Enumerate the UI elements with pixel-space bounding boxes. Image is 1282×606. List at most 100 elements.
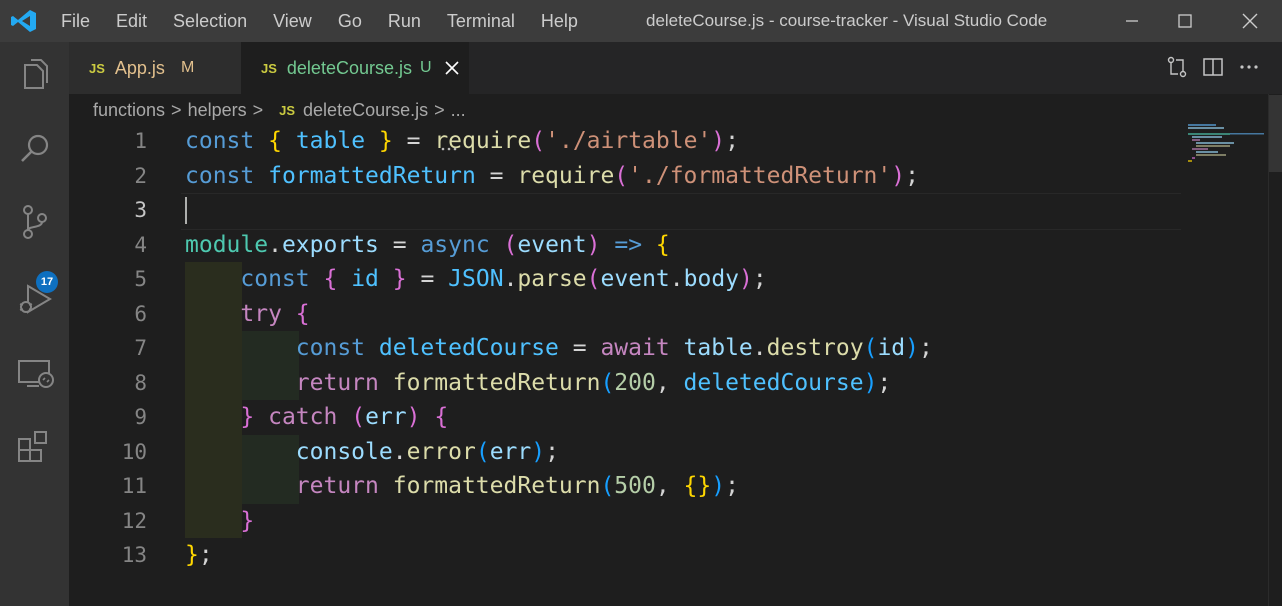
code-token: const	[295, 335, 379, 361]
code-token: )	[531, 438, 546, 465]
breadcrumb: functions > helpers > JS deleteCourse.js…	[93, 97, 466, 123]
chevron-right-icon: >	[434, 99, 445, 120]
code-token: )	[586, 231, 601, 258]
menu-help[interactable]: Help	[528, 11, 591, 32]
minimize-button[interactable]	[1102, 0, 1162, 42]
code-token: )	[863, 369, 878, 396]
breadcrumb-more[interactable]: ...	[451, 100, 466, 121]
menu-selection[interactable]: Selection	[160, 11, 260, 32]
window-title: deleteCourse.js - course-tracker - Visua…	[646, 11, 1048, 30]
code-token: (	[614, 162, 629, 189]
code-line: const { table } = require('./airtable');	[185, 124, 739, 159]
code-token: ;	[545, 438, 559, 465]
code-token: {}	[683, 473, 712, 499]
code-token: .	[503, 266, 518, 292]
code-token: =>	[614, 231, 643, 258]
line-number: 12	[121, 508, 147, 533]
code-token: .	[392, 438, 407, 465]
source-control-button[interactable]	[11, 198, 59, 246]
title-bar: File Edit Selection View Go Run Terminal…	[0, 0, 1282, 42]
line-number: 5	[134, 267, 147, 291]
tab-delete-course-js[interactable]: JS deleteCourse.js U	[241, 42, 469, 94]
code-line: return formattedReturn(200, deletedCours…	[185, 366, 892, 401]
tab-label: App.js	[114, 57, 165, 78]
minimap[interactable]	[1188, 124, 1264, 164]
code-token: const	[240, 266, 324, 292]
code-token: table	[295, 128, 366, 154]
breadcrumb-helpers[interactable]: helpers	[188, 100, 247, 121]
scrollbar-thumb[interactable]	[1269, 95, 1282, 172]
search-icon	[21, 134, 49, 162]
untracked-status: U	[419, 59, 432, 76]
code-token: )	[406, 404, 421, 430]
split-editor-icon[interactable]	[1202, 56, 1224, 78]
menu-terminal[interactable]: Terminal	[434, 11, 528, 32]
code-line: module.exports = async (event) => {	[185, 228, 670, 263]
breadcrumb-functions[interactable]: functions	[93, 100, 165, 121]
js-file-icon: JS	[89, 60, 105, 76]
code-token: =	[558, 335, 601, 361]
code-token: )	[891, 162, 906, 189]
code-token: console	[295, 438, 393, 465]
code-line: try {	[185, 297, 310, 332]
extensions-button[interactable]	[11, 426, 59, 474]
code-token: .	[752, 335, 767, 361]
line-number: 10	[121, 439, 147, 464]
close-tab-icon[interactable]	[442, 58, 462, 78]
suggestion-dots-icon	[441, 147, 457, 151]
run-debug-icon	[19, 284, 52, 314]
code-token: .	[268, 231, 282, 258]
tab-label: deleteCourse.js	[286, 57, 412, 78]
code-token: {	[323, 266, 338, 292]
code-token: formattedReturn	[268, 162, 476, 189]
menu-run[interactable]: Run	[375, 11, 434, 32]
code-token: =	[475, 162, 518, 189]
code-token: }	[392, 266, 407, 292]
vscode-logo-icon	[11, 10, 36, 32]
code-token: ;	[905, 162, 919, 189]
menu-edit[interactable]: Edit	[103, 11, 160, 32]
code-token: table	[683, 335, 753, 361]
breadcrumb-file[interactable]: deleteCourse.js	[303, 100, 428, 121]
code-line: return formattedReturn(500, {});	[185, 469, 739, 504]
minimize-icon	[1126, 20, 1138, 22]
code-token: try	[240, 300, 296, 327]
menu-go[interactable]: Go	[325, 11, 375, 32]
open-changes-icon[interactable]	[1166, 56, 1188, 78]
line-number: 4	[134, 232, 147, 257]
run-debug-button[interactable]	[11, 274, 59, 322]
code-editor[interactable]: 1 2 3 4 5 6 7 8 9 10 11 12 13 const { table } = requi…	[69, 124, 1282, 606]
code-token: }	[185, 542, 199, 568]
code-token: async	[420, 231, 504, 258]
explorer-button[interactable]	[11, 52, 59, 100]
search-button[interactable]	[11, 124, 59, 172]
menu-view[interactable]: View	[260, 11, 325, 32]
code-token: require	[517, 162, 615, 189]
tab-app-js[interactable]: JS App.js M	[69, 42, 241, 94]
close-window-button[interactable]	[1220, 0, 1280, 42]
tab-bar: JS App.js M JS deleteCourse.js U	[69, 42, 1282, 94]
maximize-button[interactable]	[1155, 0, 1215, 42]
chevron-right-icon: >	[171, 99, 182, 120]
code-token: './formattedReturn'	[628, 162, 892, 189]
code-token: ;	[725, 128, 740, 154]
menu-file[interactable]: File	[48, 11, 103, 32]
code-token: )	[711, 128, 726, 154]
code-token: parse	[517, 266, 587, 292]
line-number: 6	[134, 301, 147, 326]
code-token: err	[489, 438, 532, 465]
code-token: {	[295, 300, 310, 327]
more-actions-icon[interactable]	[1238, 56, 1260, 78]
code-token: const	[185, 128, 269, 154]
line-number: 9	[134, 405, 147, 429]
code-token: }	[240, 404, 255, 430]
code-token: body	[683, 266, 740, 292]
remote-explorer-button[interactable]	[11, 348, 59, 396]
js-file-icon: JS	[279, 102, 296, 118]
code-token: =	[392, 128, 435, 154]
code-token: event	[517, 231, 587, 258]
